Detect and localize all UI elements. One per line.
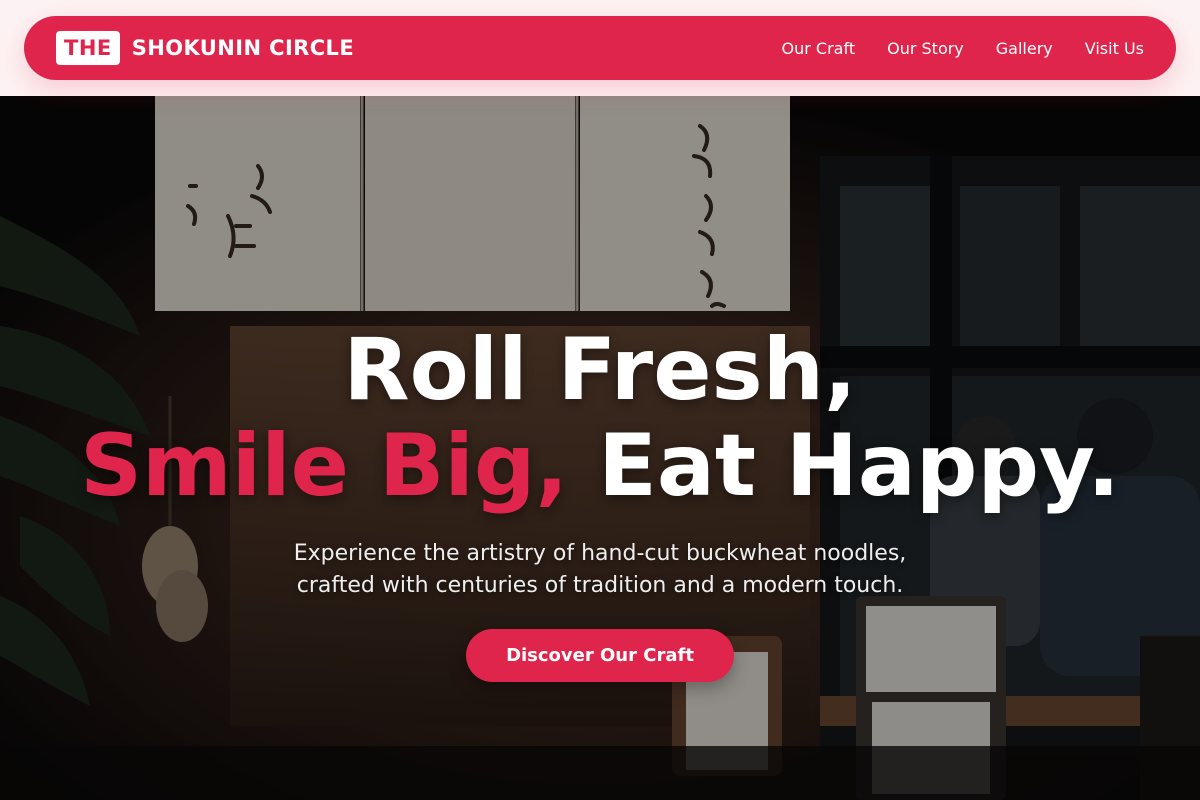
hero-content: Roll Fresh, Smile Big, Eat Happy. Experi… [0,96,1200,800]
hero-headline-accent: Smile Big, [80,416,569,516]
brand-badge: THE [56,31,120,65]
hero-subtitle-line2: crafted with centuries of tradition and … [296,573,904,598]
nav-link-gallery[interactable]: Gallery [996,39,1053,58]
nav-link-our-craft[interactable]: Our Craft [782,39,856,58]
hero-section: Roll Fresh, Smile Big, Eat Happy. Experi… [0,96,1200,800]
site-header: THE SHOKUNIN CIRCLE Our Craft Our Story … [24,16,1176,80]
nav-link-visit-us[interactable]: Visit Us [1085,39,1144,58]
hero-subtitle-line1: Experience the artistry of hand-cut buck… [293,541,907,566]
landing-page: THE SHOKUNIN CIRCLE Our Craft Our Story … [0,0,1200,800]
brand-name: SHOKUNIN CIRCLE [131,36,355,60]
hero-subtitle: Experience the artistry of hand-cut buck… [200,538,1000,602]
hero-headline-line2: Smile Big, Eat Happy. [0,418,1200,514]
brand-logo[interactable]: THE SHOKUNIN CIRCLE [56,31,354,65]
hero-headline-line1: Roll Fresh, [343,320,857,420]
discover-craft-button[interactable]: Discover Our Craft [466,629,734,682]
hero-headline-rest: Eat Happy. [598,416,1120,516]
main-nav: Our Craft Our Story Gallery Visit Us [782,39,1144,58]
nav-link-our-story[interactable]: Our Story [887,39,964,58]
